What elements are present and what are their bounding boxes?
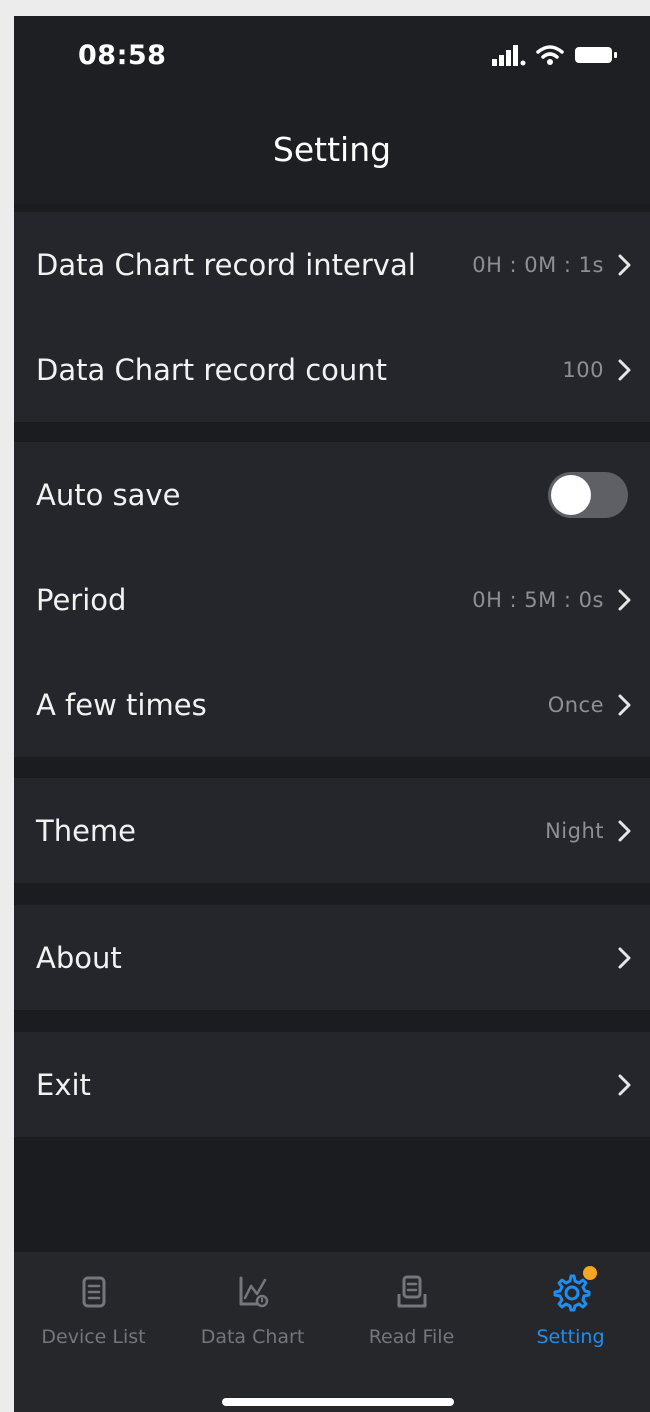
cellular-signal-icon [492, 45, 526, 66]
chevron-right-icon [618, 254, 631, 275]
status-icons [492, 44, 618, 66]
read-file-icon [397, 1275, 426, 1308]
record-count-value: 100 [562, 357, 604, 382]
settings-group-theme: Theme Night [14, 778, 650, 883]
record-interval-label: Data Chart record interval [36, 247, 416, 282]
page-title: Setting [272, 130, 392, 169]
device-list-icon [82, 1276, 105, 1308]
tab-label: Read File [368, 1326, 455, 1348]
theme-label: Theme [36, 813, 137, 848]
chevron-right-icon [618, 694, 631, 715]
row-period[interactable]: Period 0H : 5M : 0s [14, 547, 650, 652]
chevron-right-icon [618, 947, 631, 968]
record-count-label: Data Chart record count [36, 352, 388, 387]
chevron-right-icon [618, 1074, 631, 1095]
period-value: 0H : 5M : 0s [472, 587, 604, 612]
settings-group-about: About [14, 905, 650, 1010]
status-time: 08:58 [78, 40, 167, 71]
few-times-label: A few times [36, 687, 207, 722]
home-indicator [222, 1398, 454, 1406]
wifi-icon [536, 45, 564, 65]
record-interval-value: 0H : 0M : 1s [472, 252, 604, 277]
chevron-right-icon [618, 359, 631, 380]
row-exit[interactable]: Exit [14, 1032, 650, 1137]
row-theme[interactable]: Theme Night [14, 778, 650, 883]
record-count-value-group: 100 [562, 357, 634, 383]
tab-label: Device List [41, 1326, 146, 1348]
settings-group-exit: Exit [14, 1032, 650, 1137]
chevron-right-icon [618, 820, 631, 841]
data-chart-icon [239, 1276, 268, 1308]
nav-header: Setting [14, 106, 650, 204]
tab-data-chart[interactable]: Data Chart [173, 1266, 332, 1366]
tab-device-list[interactable]: Device List [14, 1266, 173, 1366]
auto-save-label: Auto save [36, 477, 181, 512]
about-value-group [614, 945, 634, 971]
few-times-value: Once [547, 692, 604, 717]
settings-group-autosave: Auto save Period 0H : 5M : 0s A few time… [14, 442, 650, 757]
row-auto-save: Auto save [14, 442, 650, 547]
few-times-value-group: Once [548, 692, 634, 718]
phone-screen: 08:58 Setting Data Chart record interval… [14, 16, 650, 1412]
battery-icon [575, 47, 617, 63]
theme-value: Night [545, 818, 604, 843]
notification-badge [582, 1266, 597, 1280]
theme-value-group: Night [545, 818, 634, 844]
status-bar: 08:58 [14, 16, 650, 106]
period-label: Period [36, 582, 127, 617]
row-few-times[interactable]: A few times Once [14, 652, 650, 757]
tab-label: Setting [536, 1326, 605, 1348]
tab-label: Data Chart [200, 1326, 305, 1348]
toggle-knob [551, 474, 591, 515]
tab-bar: Device List Data Chart Read File Setting [14, 1252, 650, 1412]
auto-save-toggle[interactable] [548, 471, 628, 518]
period-value-group: 0H : 5M : 0s [472, 587, 634, 613]
tab-setting[interactable]: Setting [491, 1266, 650, 1366]
row-record-count[interactable]: Data Chart record count 100 [14, 317, 650, 422]
exit-label: Exit [36, 1067, 91, 1102]
tab-read-file[interactable]: Read File [332, 1266, 491, 1366]
record-interval-value-group: 0H : 0M : 1s [472, 252, 634, 278]
row-about[interactable]: About [14, 905, 650, 1010]
about-label: About [36, 940, 122, 975]
row-record-interval[interactable]: Data Chart record interval 0H : 0M : 1s [14, 212, 650, 317]
settings-group-chart: Data Chart record interval 0H : 0M : 1s … [14, 212, 650, 422]
gear-icon-wrap [551, 1266, 597, 1312]
chevron-right-icon [618, 589, 631, 610]
exit-value-group [614, 1072, 634, 1098]
